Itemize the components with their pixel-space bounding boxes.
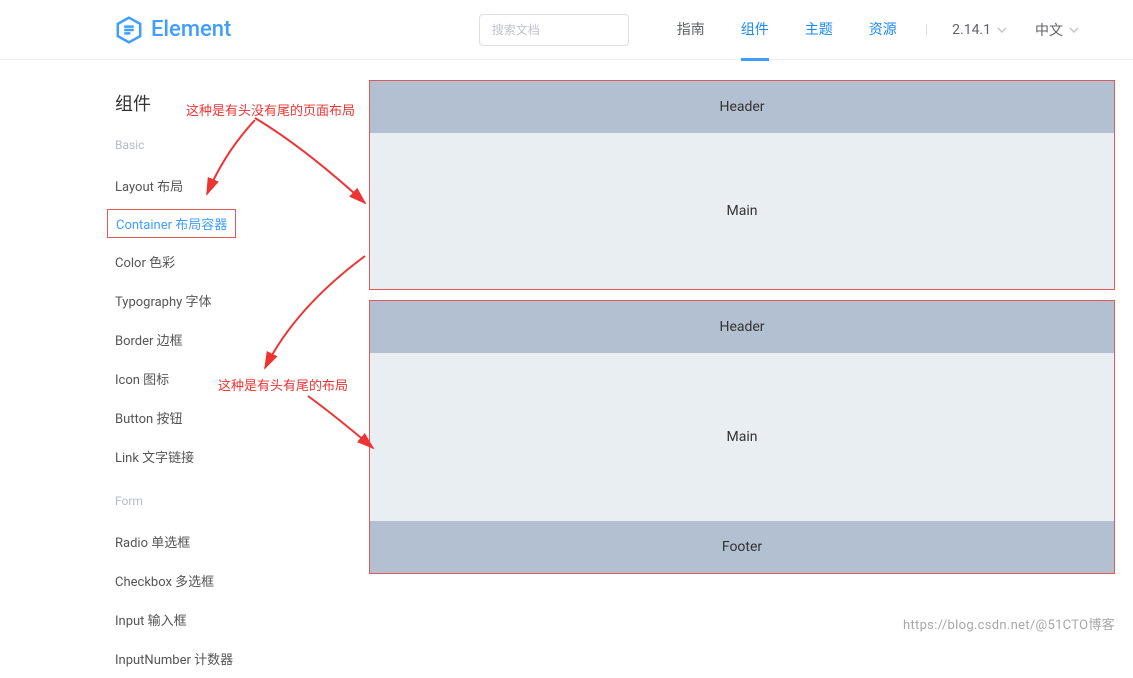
watermark-left: https://blog.csdn.net/ [903,618,1035,633]
sidebar-item-checkbox[interactable]: Checkbox 多选框 [115,561,365,600]
content-area: Header Main Header Main Footer [365,60,1133,678]
watermark-right: @51CTO博客 [1036,618,1116,633]
search-input[interactable] [479,14,629,46]
demo-header: Header [370,301,1114,353]
sidebar-item-layout[interactable]: Layout 布局 [115,166,365,205]
version-label: 2.14.1 [952,22,991,38]
top-nav: Element 指南 组件 主题 资源 | 2.14.1 中文 [0,0,1133,60]
group-form-label: Form [115,494,365,508]
version-dropdown[interactable]: 2.14.1 [938,22,1021,38]
sidebar-item-button[interactable]: Button 按钮 [115,398,365,437]
nav-guide[interactable]: 指南 [659,0,723,60]
nav-separator: | [925,22,928,38]
demo-header-main-footer: Header Main Footer [369,300,1115,574]
annotation-2: 这种是有头有尾的布局 [218,375,348,394]
sidebar-item-inputnumber[interactable]: InputNumber 计数器 [115,639,365,678]
demo-header: Header [370,81,1114,133]
logo-text: Element [151,17,231,42]
element-logo-icon [115,16,143,44]
page-body: 组件 Basic Layout 布局 Container 布局容器 Color … [0,60,1133,678]
annotation-1: 这种是有头没有尾的页面布局 [186,100,355,119]
group-basic-label: Basic [115,138,365,152]
demo-main: Main [370,353,1114,521]
logo[interactable]: Element [115,16,231,44]
sidebar: 组件 Basic Layout 布局 Container 布局容器 Color … [115,60,365,678]
chevron-down-icon [997,25,1007,35]
demo-main: Main [370,133,1114,289]
language-dropdown[interactable]: 中文 [1021,20,1093,40]
sidebar-item-typography[interactable]: Typography 字体 [115,281,365,320]
chevron-down-icon [1069,25,1079,35]
sidebar-item-container[interactable]: Container 布局容器 [107,209,236,238]
nav-links: 指南 组件 主题 资源 | 2.14.1 中文 [659,0,1093,60]
sidebar-item-input[interactable]: Input 输入框 [115,600,365,639]
sidebar-item-border[interactable]: Border 边框 [115,320,365,359]
sidebar-item-link[interactable]: Link 文字链接 [115,437,365,476]
nav-theme[interactable]: 主题 [787,0,851,60]
nav-component[interactable]: 组件 [723,0,787,60]
watermark: https://blog.csdn.net/@51CTO博客 [903,614,1115,633]
demo-header-main: Header Main [369,80,1115,290]
language-label: 中文 [1035,20,1063,40]
sidebar-item-color[interactable]: Color 色彩 [115,242,365,281]
nav-resources[interactable]: 资源 [851,0,915,60]
sidebar-item-radio[interactable]: Radio 单选框 [115,522,365,561]
demo-footer: Footer [370,521,1114,573]
